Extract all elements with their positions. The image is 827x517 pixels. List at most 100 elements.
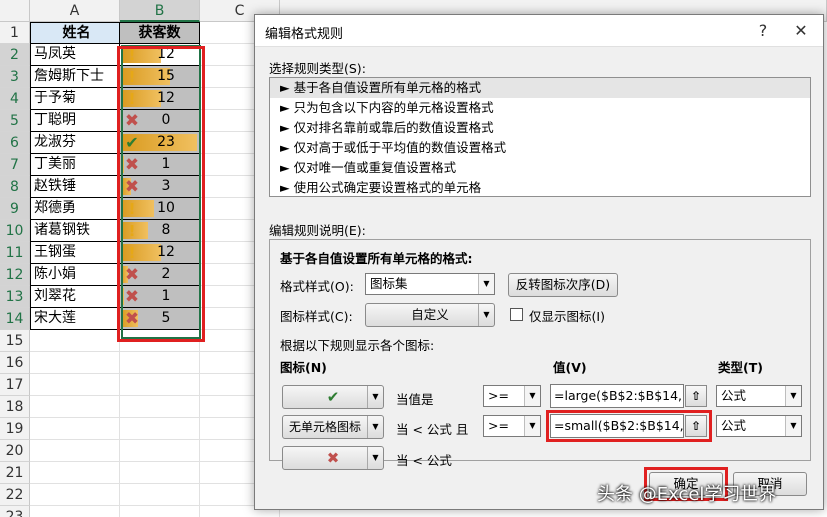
format-style-select[interactable]: 图标集 ▼ (365, 273, 495, 295)
icon-select-row2[interactable]: 无单元格图标 ▼ (282, 415, 384, 439)
empty-cell[interactable] (120, 440, 200, 462)
row-header[interactable]: 20 (0, 440, 30, 462)
column-header-b[interactable]: B (120, 0, 200, 22)
description-heading: 基于各自值设置所有单元格的格式: (280, 251, 473, 266)
type-value-row2: 公式 (721, 418, 747, 433)
header-cell-name[interactable]: 姓名 (30, 22, 120, 44)
empty-cell[interactable] (30, 418, 120, 440)
rule-type-item-all-cells[interactable]: ► 基于各自值设置所有单元格的格式 (270, 78, 810, 98)
row-header[interactable]: 16 (0, 352, 30, 374)
row-header[interactable]: 14 (0, 308, 30, 330)
row-header[interactable]: 8 (0, 176, 30, 198)
empty-cell[interactable] (120, 396, 200, 418)
icon-select-row3[interactable]: ✖ ▼ (282, 446, 384, 470)
name-cell[interactable]: 丁聪明 (30, 110, 120, 132)
chevron-down-icon: ▼ (478, 274, 494, 294)
icon-style-value: 自定义 (411, 307, 449, 322)
empty-cell[interactable] (120, 484, 200, 506)
rule-type-item-unique-duplicate[interactable]: ► 仅对唯一值或重复值设置格式 (270, 158, 810, 178)
help-button[interactable]: ? (747, 15, 779, 47)
edit-rule-description-label: 编辑规则说明(E): (269, 223, 366, 238)
empty-cell[interactable] (120, 506, 200, 517)
empty-cell[interactable] (120, 462, 200, 484)
row-header[interactable]: 9 (0, 198, 30, 220)
name-cell[interactable]: 郑德勇 (30, 198, 120, 220)
rule-type-item-top-bottom[interactable]: ► 仅对排名靠前或靠后的数值设置格式 (270, 118, 810, 138)
dialog-titlebar[interactable]: 编辑格式规则 ? ✕ (255, 15, 823, 47)
row-header[interactable]: 15 (0, 330, 30, 352)
rule-description-panel: 基于各自值设置所有单元格的格式: 格式样式(O): 图标集 ▼ 反转图标次序(D… (269, 239, 811, 470)
column-header-a[interactable]: A (30, 0, 120, 22)
icon-select-row1[interactable]: ✔ ▼ (282, 385, 384, 409)
row-header[interactable]: 13 (0, 286, 30, 308)
icon-column-header: 图标(N) (280, 360, 327, 375)
chevron-down-icon: ▼ (478, 304, 494, 326)
icon-style-select[interactable]: 自定义 ▼ (365, 303, 495, 327)
reverse-icon-order-button[interactable]: 反转图标次序(D) (508, 273, 618, 297)
empty-cell[interactable] (30, 374, 120, 396)
empty-cell[interactable] (30, 330, 120, 352)
name-cell[interactable]: 丁美丽 (30, 154, 120, 176)
empty-cell[interactable] (30, 440, 120, 462)
empty-cell[interactable] (30, 484, 120, 506)
condition-label-row2: 当 < 公式 且 (396, 422, 469, 437)
value-input-row1[interactable]: =large($B$2:$B$14,1) (550, 384, 684, 408)
rule-type-item-contains[interactable]: ► 只为包含以下内容的单元格设置格式 (270, 98, 810, 118)
empty-cell[interactable] (30, 396, 120, 418)
header-cell-count[interactable]: 获客数 (120, 22, 200, 44)
name-cell[interactable]: 宋大莲 (30, 308, 120, 330)
row-header[interactable]: 1 (0, 22, 30, 44)
name-cell[interactable]: 刘翠花 (30, 286, 120, 308)
condition-label-row1: 当值是 (396, 392, 434, 407)
condition-label-row3: 当 < 公式 (396, 453, 452, 468)
name-cell[interactable]: 陈小娟 (30, 264, 120, 286)
row-header[interactable]: 5 (0, 110, 30, 132)
row-header[interactable]: 18 (0, 396, 30, 418)
name-cell[interactable]: 詹姆斯下士 (30, 66, 120, 88)
select-all-corner[interactable] (0, 0, 30, 22)
empty-cell[interactable] (30, 506, 120, 517)
show-icon-only-label: 仅显示图标(I) (529, 309, 605, 324)
name-cell[interactable]: 马凤英 (30, 44, 120, 66)
rule-type-item-formula[interactable]: ► 使用公式确定要设置格式的单元格 (270, 178, 810, 198)
row-header[interactable]: 4 (0, 88, 30, 110)
name-cell[interactable]: 于予菊 (30, 88, 120, 110)
empty-cell[interactable] (120, 374, 200, 396)
row-header[interactable]: 23 (0, 506, 30, 517)
row-header[interactable]: 12 (0, 264, 30, 286)
row-header[interactable]: 6 (0, 132, 30, 154)
close-button[interactable]: ✕ (779, 15, 823, 47)
cross-icon: ✖ (326, 449, 340, 467)
row-header[interactable]: 2 (0, 44, 30, 66)
rule-type-item-average[interactable]: ► 仅对高于或低于平均值的数值设置格式 (270, 138, 810, 158)
chevron-down-icon: ▼ (785, 386, 801, 406)
row-header[interactable]: 3 (0, 66, 30, 88)
chevron-down-icon: ▼ (367, 447, 383, 469)
name-cell[interactable]: 诸葛钢铁 (30, 220, 120, 242)
select-rule-type-label: 选择规则类型(S): (269, 61, 366, 76)
collapse-range-icon[interactable]: ⇧ (685, 385, 707, 407)
row-header[interactable]: 11 (0, 242, 30, 264)
row-header[interactable]: 19 (0, 418, 30, 440)
name-cell[interactable]: 龙淑芬 (30, 132, 120, 154)
name-cell[interactable]: 赵铁锤 (30, 176, 120, 198)
empty-cell[interactable] (30, 462, 120, 484)
show-icon-only-checkbox[interactable] (510, 308, 523, 321)
operator-select-row1[interactable]: >= ▼ (483, 385, 541, 407)
row-header[interactable]: 22 (0, 484, 30, 506)
row-header[interactable]: 10 (0, 220, 30, 242)
highlight-box-column-b (117, 46, 205, 342)
chevron-down-icon: ▼ (524, 416, 540, 436)
name-cell[interactable]: 王钢蛋 (30, 242, 120, 264)
empty-cell[interactable] (30, 352, 120, 374)
type-select-row1[interactable]: 公式 ▼ (716, 385, 802, 407)
row-header[interactable]: 17 (0, 374, 30, 396)
rule-type-list: ► 基于各自值设置所有单元格的格式 ► 只为包含以下内容的单元格设置格式 ► 仅… (269, 77, 811, 197)
row-header[interactable]: 7 (0, 154, 30, 176)
operator-select-row2[interactable]: >= ▼ (483, 415, 541, 437)
type-value-row1: 公式 (721, 388, 747, 403)
type-select-row2[interactable]: 公式 ▼ (716, 415, 802, 437)
empty-cell[interactable] (120, 418, 200, 440)
empty-cell[interactable] (120, 352, 200, 374)
row-header[interactable]: 21 (0, 462, 30, 484)
